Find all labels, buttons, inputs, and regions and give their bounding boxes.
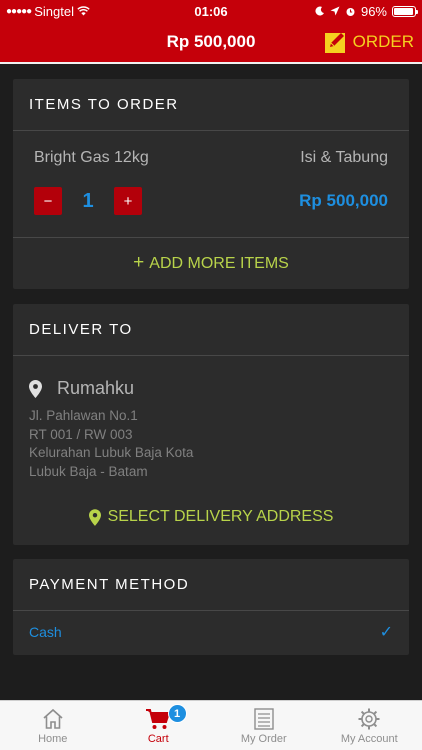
address-line: Kelurahan Lubuk Baja Kota <box>29 445 194 461</box>
gear-icon <box>358 708 380 730</box>
tab-my-order[interactable]: My Order <box>211 701 317 750</box>
add-more-items-button[interactable]: + ADD MORE ITEMS <box>13 252 409 274</box>
location-arrow-icon <box>330 6 340 16</box>
divider <box>13 237 409 238</box>
plus-icon: + <box>133 252 145 273</box>
tab-cart[interactable]: 1 Cart <box>106 701 212 750</box>
quantity-stepper: − 1 + Rp 500,000 <box>34 187 388 215</box>
order-item: Bright Gas 12kg Isi & Tabung <box>34 149 388 167</box>
item-name: Bright Gas 12kg <box>34 149 149 166</box>
battery-icon <box>392 5 418 17</box>
address-line: Lubuk Baja - Batam <box>29 463 148 479</box>
items-section-title: ITEMS TO ORDER <box>13 79 409 131</box>
list-icon <box>254 708 274 730</box>
item-price: Rp 500,000 <box>299 191 388 210</box>
delivery-address: Jl. Pahlawan No.1 RT 001 / RW 003 Kelura… <box>29 407 193 481</box>
order-button[interactable]: ORDER <box>324 31 414 53</box>
carrier-name: Singtel <box>34 3 74 19</box>
signal-icon: ●●●●● <box>6 5 32 17</box>
payment-method-card: PAYMENT METHOD Cash ✓ <box>13 559 409 655</box>
check-icon: ✓ <box>379 624 393 641</box>
address-line: RT 001 / RW 003 <box>29 426 133 442</box>
tab-home[interactable]: Home <box>0 701 106 750</box>
deliver-to-card: DELIVER TO Rumahku Jl. Pahlawan No.1 RT … <box>13 304 409 545</box>
edit-icon <box>324 33 345 53</box>
moon-icon <box>315 6 324 16</box>
location-name: Rumahku <box>57 378 135 398</box>
navigation-bar: Rp 500,000 ORDER <box>0 22 422 64</box>
add-more-label: ADD MORE ITEMS <box>149 255 289 272</box>
items-to-order-card: ITEMS TO ORDER Bright Gas 12kg Isi & Tab… <box>13 79 409 289</box>
battery-percent: 96% <box>360 3 387 19</box>
delivery-location: Rumahku <box>29 378 134 399</box>
quantity-value: 1 <box>82 189 94 212</box>
cart-count-badge: 1 <box>167 704 187 723</box>
select-delivery-address-button[interactable]: SELECT DELIVERY ADDRESS <box>13 508 409 526</box>
tab-label: Cart <box>147 733 169 745</box>
status-bar: ●●●●● Singtel 01:06 96% <box>0 0 422 22</box>
map-pin-icon <box>88 508 101 526</box>
tab-label: My Order <box>240 733 287 745</box>
increment-button[interactable]: + <box>114 187 142 215</box>
wifi-icon <box>77 6 90 16</box>
payment-method-label: Cash <box>29 624 62 640</box>
tab-bar: Home 1 Cart My Order My Account <box>0 700 422 750</box>
decrement-button[interactable]: − <box>34 187 62 215</box>
tab-label: My Account <box>340 733 398 745</box>
order-label: ORDER <box>352 32 414 51</box>
deliver-section-title: DELIVER TO <box>13 304 409 356</box>
item-variant: Isi & Tabung <box>300 149 388 166</box>
select-address-label: SELECT DELIVERY ADDRESS <box>107 508 334 525</box>
map-pin-icon <box>29 379 42 398</box>
payment-option-cash[interactable]: Cash ✓ <box>29 622 393 642</box>
tab-my-account[interactable]: My Account <box>317 701 422 750</box>
tab-label: Home <box>38 733 68 745</box>
address-line: Jl. Pahlawan No.1 <box>29 408 138 423</box>
payment-section-title: PAYMENT METHOD <box>13 559 409 611</box>
alarm-icon <box>346 7 355 16</box>
home-icon <box>43 708 63 729</box>
